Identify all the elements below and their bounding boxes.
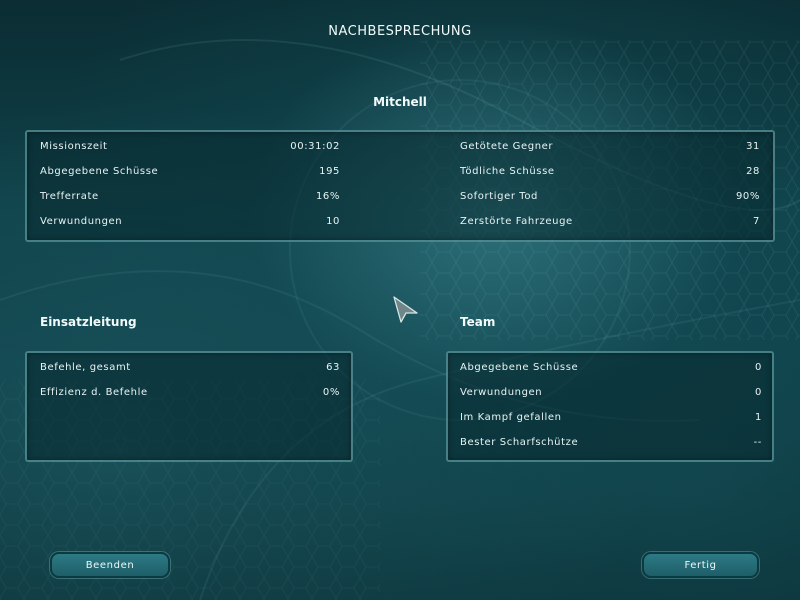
- stat-value: 7: [753, 216, 760, 227]
- stat-label: Im Kampf gefallen: [460, 412, 562, 423]
- stat-value: 28: [746, 166, 760, 177]
- stat-value: 16%: [315, 191, 340, 202]
- stat-value: 63: [326, 362, 340, 373]
- team-heading: Team: [460, 315, 496, 329]
- stat-row: Getötete Gegner 31: [460, 141, 760, 157]
- stat-value: 1: [755, 412, 762, 423]
- stat-value: 31: [746, 141, 760, 152]
- stat-label: Bester Scharfschütze: [460, 437, 579, 448]
- quit-button[interactable]: Beenden: [50, 552, 170, 578]
- stat-label: Sofortiger Tod: [460, 191, 538, 202]
- stat-row: Verwundungen 10: [40, 216, 340, 232]
- stat-label: Verwundungen: [460, 387, 543, 398]
- stat-row: Befehle, gesamt 63: [40, 362, 340, 378]
- stat-label: Verwundungen: [40, 216, 123, 227]
- stat-row: Abgegebene Schüsse 195: [40, 166, 340, 182]
- command-heading: Einsatzleitung: [40, 315, 137, 329]
- stat-row: Missionszeit 00:31:02: [40, 141, 340, 157]
- player-stats-panel: Missionszeit 00:31:02 Abgegebene Schüsse…: [25, 130, 775, 242]
- stat-value: 195: [319, 166, 340, 177]
- done-button[interactable]: Fertig: [642, 552, 759, 578]
- command-stats-panel: Befehle, gesamt 63 Effizienz d. Befehle …: [25, 351, 353, 462]
- stat-value: 10: [326, 216, 340, 227]
- stat-value: --: [753, 437, 762, 448]
- stat-label: Befehle, gesamt: [40, 362, 131, 373]
- stat-row: Trefferrate 16%: [40, 191, 340, 207]
- stat-row: Im Kampf gefallen 1: [460, 412, 762, 428]
- arrow-cursor-icon: [393, 296, 418, 323]
- stat-value: 0: [755, 387, 762, 398]
- stat-label: Abgegebene Schüsse: [460, 362, 579, 373]
- stat-row: Tödliche Schüsse 28: [460, 166, 760, 182]
- stat-row: Effizienz d. Befehle 0%: [40, 387, 340, 403]
- team-stats-panel: Abgegebene Schüsse 0 Verwundungen 0 Im K…: [446, 351, 774, 462]
- stat-row: Zerstörte Fahrzeuge 7: [460, 216, 760, 232]
- stat-label: Trefferrate: [40, 191, 99, 202]
- stat-row: Verwundungen 0: [460, 387, 762, 403]
- stat-value: 0%: [322, 387, 340, 398]
- stat-label: Tödliche Schüsse: [460, 166, 555, 177]
- stat-label: Missionszeit: [40, 141, 108, 152]
- player-name: Mitchell: [373, 95, 427, 109]
- stat-label: Getötete Gegner: [460, 141, 554, 152]
- stat-label: Zerstörte Fahrzeuge: [460, 216, 573, 227]
- stat-label: Effizienz d. Befehle: [40, 387, 148, 398]
- stat-value: 0: [755, 362, 762, 373]
- stat-row: Sofortiger Tod 90%: [460, 191, 760, 207]
- stat-row: Abgegebene Schüsse 0: [460, 362, 762, 378]
- stat-label: Abgegebene Schüsse: [40, 166, 159, 177]
- stat-value: 90%: [735, 191, 760, 202]
- screen-title: NACHBESPRECHUNG: [328, 24, 472, 39]
- stat-row: Bester Scharfschütze --: [460, 437, 762, 453]
- stat-value: 00:31:02: [290, 141, 340, 152]
